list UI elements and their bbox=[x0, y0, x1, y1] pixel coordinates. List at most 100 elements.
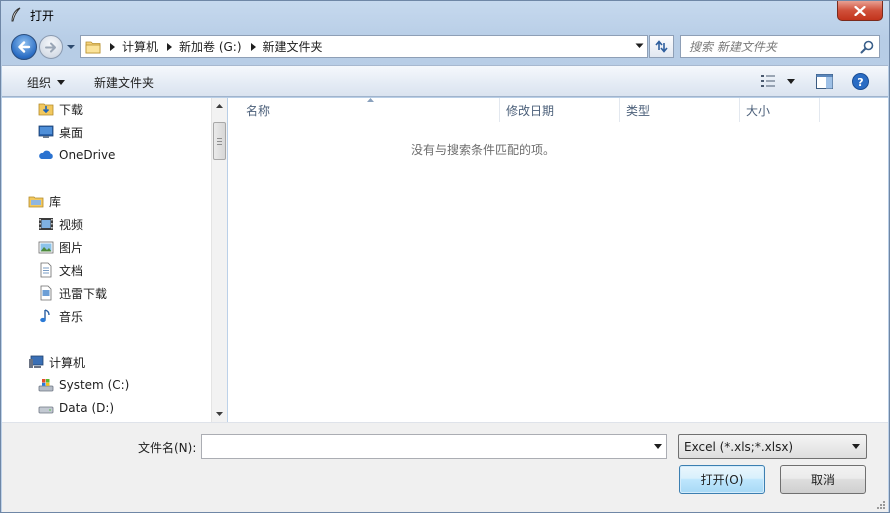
thunder-download-icon bbox=[40, 285, 52, 301]
nav-label: Data (D:) bbox=[59, 401, 115, 415]
file-list-pane: 名称 修改日期 类型 大小 没有与搜索条件匹配的项。 bbox=[228, 98, 888, 422]
nav-scrollbar[interactable] bbox=[211, 98, 227, 422]
organize-button[interactable]: 组织 bbox=[27, 74, 66, 91]
chevron-down-icon[interactable] bbox=[787, 79, 795, 84]
filename-input[interactable] bbox=[206, 438, 636, 455]
folder-icon bbox=[85, 41, 101, 53]
back-arrow-icon bbox=[18, 41, 31, 53]
grip-line bbox=[217, 138, 222, 139]
libraries-icon bbox=[28, 196, 44, 208]
column-header-name[interactable]: 名称 bbox=[240, 98, 500, 122]
column-header-size[interactable]: 大小 bbox=[740, 98, 820, 122]
refresh-icon bbox=[655, 40, 668, 53]
title-bar: 打开 bbox=[1, 1, 889, 29]
open-file-dialog: 打开 计算机 新加卷 (G:) 新建文件夹 搜索 新建文件夹 组织 新建文件夹 … bbox=[0, 0, 890, 513]
grip-line bbox=[217, 144, 222, 145]
history-dropdown-icon[interactable] bbox=[66, 43, 76, 51]
onedrive-cloud-icon bbox=[39, 150, 53, 159]
breadcrumb-drive-g[interactable]: 新加卷 (G:) bbox=[179, 38, 242, 55]
nav-label: 迅雷下载 bbox=[59, 286, 108, 301]
address-row: 计算机 新加卷 (G:) 新建文件夹 bbox=[1, 31, 889, 63]
breadcrumb-computer[interactable]: 计算机 bbox=[122, 38, 158, 55]
chevron-down-icon bbox=[852, 444, 860, 449]
chevron-down-icon bbox=[57, 80, 66, 85]
nav-label: OneDrive bbox=[59, 148, 116, 162]
scroll-down-button[interactable] bbox=[212, 406, 227, 422]
grip-line bbox=[217, 141, 222, 142]
resize-grip-icon[interactable] bbox=[876, 500, 886, 510]
column-header-type[interactable]: 类型 bbox=[620, 98, 740, 122]
chevron-down-icon bbox=[216, 412, 223, 416]
breadcrumb-separator-icon[interactable] bbox=[109, 42, 116, 51]
search-input[interactable] bbox=[689, 38, 857, 55]
pictures-icon bbox=[38, 241, 54, 254]
help-icon[interactable]: ? bbox=[852, 73, 869, 90]
nav-label: System (C:) bbox=[59, 378, 130, 392]
breadcrumb-separator-icon[interactable] bbox=[166, 42, 173, 51]
view-options-icon[interactable] bbox=[760, 74, 776, 88]
feather-icon bbox=[11, 7, 21, 22]
filename-label: 文件名(N): bbox=[138, 441, 197, 455]
nav-item-pictures[interactable]: 图片 bbox=[38, 237, 83, 257]
music-icon bbox=[40, 309, 50, 323]
address-bar[interactable]: 计算机 新加卷 (G:) 新建文件夹 bbox=[80, 35, 648, 58]
svg-text:?: ? bbox=[857, 76, 863, 89]
search-icon[interactable] bbox=[860, 40, 874, 54]
nav-item-videos[interactable]: 视频 bbox=[38, 214, 83, 234]
nav-item-onedrive[interactable]: OneDrive bbox=[38, 145, 115, 165]
filename-combobox[interactable] bbox=[201, 434, 667, 459]
forward-arrow-icon bbox=[45, 42, 56, 52]
nav-item-thunder-downloads[interactable]: 迅雷下载 bbox=[38, 283, 107, 303]
video-icon bbox=[39, 218, 53, 230]
nav-label: 图片 bbox=[59, 240, 84, 255]
close-icon bbox=[854, 5, 866, 16]
nav-label: 下载 bbox=[59, 102, 84, 117]
chevron-up-icon bbox=[216, 104, 223, 108]
filetype-selected: Excel (*.xls;*.xlsx) bbox=[684, 440, 794, 454]
breadcrumb-new-folder[interactable]: 新建文件夹 bbox=[263, 38, 323, 55]
cancel-button[interactable]: 取消 bbox=[780, 465, 866, 494]
nav-item-documents[interactable]: 文档 bbox=[38, 260, 83, 280]
computer-icon bbox=[29, 355, 44, 368]
nav-item-computer[interactable]: 计算机 bbox=[28, 352, 85, 372]
window-title: 打开 bbox=[30, 9, 55, 23]
chevron-down-icon[interactable] bbox=[635, 43, 644, 49]
breadcrumb-separator-icon[interactable] bbox=[250, 42, 257, 51]
close-button[interactable] bbox=[837, 1, 883, 21]
navigation-pane: 下载 桌面 OneDrive 库 视频 图片 文档 迅雷下载 音乐 计算机 Sy… bbox=[2, 98, 227, 422]
organize-label: 组织 bbox=[27, 76, 52, 90]
empty-message: 没有与搜索条件匹配的项。 bbox=[410, 143, 555, 157]
scroll-up-button[interactable] bbox=[212, 98, 227, 114]
nav-label: 计算机 bbox=[49, 355, 86, 370]
nav-item-desktop[interactable]: 桌面 bbox=[38, 122, 83, 142]
filetype-select[interactable]: Excel (*.xls;*.xlsx) bbox=[678, 434, 867, 459]
preview-pane-icon[interactable] bbox=[816, 74, 833, 89]
command-toolbar: 组织 新建文件夹 ? bbox=[2, 65, 888, 97]
documents-icon bbox=[40, 262, 52, 278]
forward-button[interactable] bbox=[39, 35, 63, 59]
nav-label: 音乐 bbox=[59, 309, 84, 324]
scroll-thumb[interactable] bbox=[213, 122, 226, 160]
nav-label: 库 bbox=[49, 194, 62, 209]
nav-item-data-drive[interactable]: Data (D:) bbox=[38, 398, 114, 418]
search-box[interactable] bbox=[680, 35, 880, 58]
new-folder-label: 新建文件夹 bbox=[94, 76, 155, 90]
desktop-icon bbox=[38, 125, 54, 138]
system-drive-icon bbox=[38, 379, 54, 392]
refresh-button[interactable] bbox=[649, 35, 674, 58]
nav-item-system-drive[interactable]: System (C:) bbox=[38, 375, 129, 395]
nav-label: 文档 bbox=[59, 263, 84, 278]
column-header-date-modified[interactable]: 修改日期 bbox=[500, 98, 620, 122]
nav-item-music[interactable]: 音乐 bbox=[38, 306, 83, 326]
drive-icon bbox=[38, 406, 54, 414]
chevron-down-icon[interactable] bbox=[654, 444, 662, 449]
nav-item-libraries[interactable]: 库 bbox=[28, 191, 61, 211]
download-folder-icon bbox=[38, 103, 54, 116]
nav-label: 桌面 bbox=[59, 125, 84, 140]
back-button[interactable] bbox=[11, 34, 37, 60]
new-folder-button[interactable]: 新建文件夹 bbox=[94, 74, 154, 91]
open-button[interactable]: 打开(O) bbox=[679, 465, 765, 494]
nav-label: 视频 bbox=[59, 217, 84, 232]
nav-item-downloads[interactable]: 下载 bbox=[38, 99, 83, 119]
dialog-footer: 文件名(N): Excel (*.xls;*.xlsx) 打开(O) 取消 bbox=[2, 422, 888, 512]
